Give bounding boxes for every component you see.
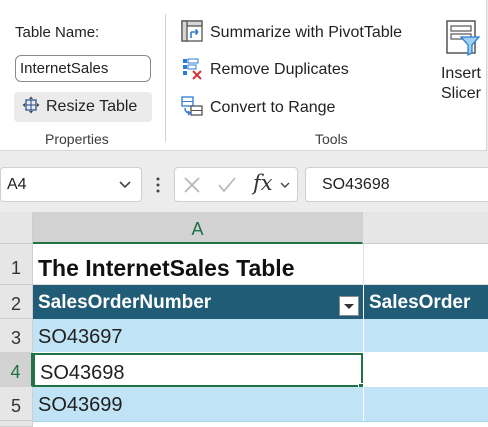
column-header-a[interactable]: A <box>33 212 363 244</box>
convert-to-range-icon <box>180 94 204 123</box>
name-box[interactable]: A4 <box>0 167 142 202</box>
row-header-1[interactable]: 1 <box>0 244 33 285</box>
row-header-2[interactable]: 2 <box>0 285 33 319</box>
ribbon-table-design: Table Name: Resize Table Properties Summ… <box>0 0 487 151</box>
tools-group-label: Tools <box>315 131 348 147</box>
table-name-label: Table Name: <box>15 24 100 41</box>
select-all-corner[interactable] <box>0 212 33 244</box>
remove-duplicates-label: Remove Duplicates <box>210 61 349 78</box>
formula-input[interactable]: SO43698 <box>305 167 488 202</box>
insert-slicer-line1: Insert <box>440 65 481 82</box>
formula-text: SO43698 <box>322 176 390 193</box>
chevron-down-icon[interactable] <box>118 177 132 196</box>
header-cell-a[interactable]: SalesOrderNumber <box>33 285 363 319</box>
data-cell-b5[interactable] <box>363 387 488 421</box>
worksheet-grid: A 1 2 3 4 5 The InternetSales Table Sale… <box>0 212 488 427</box>
row-header-6[interactable] <box>0 421 33 427</box>
insert-slicer-button[interactable]: Insert Slicer <box>436 18 486 116</box>
remove-duplicates-button[interactable]: Remove Duplicates <box>180 57 349 83</box>
resize-table-icon <box>22 96 40 119</box>
insert-slicer-line2: Slicer <box>440 85 481 102</box>
row-header-5[interactable]: 5 <box>0 387 33 421</box>
filter-dropdown-button[interactable] <box>339 296 359 316</box>
remove-duplicates-icon <box>180 56 204 85</box>
data-cell-a4[interactable]: SO43698 <box>33 353 363 387</box>
insert-function-icon[interactable]: fx <box>253 171 273 195</box>
more-options-icon[interactable] <box>155 175 161 200</box>
name-box-value: A4 <box>7 176 27 193</box>
resize-table-button[interactable]: Resize Table <box>14 92 152 122</box>
properties-group-label: Properties <box>45 131 109 147</box>
data-cell-a3[interactable]: SO43697 <box>33 319 363 353</box>
row-header-3[interactable]: 3 <box>0 319 33 353</box>
data-cell-a5[interactable]: SO43699 <box>33 387 363 421</box>
filter-arrow-icon <box>344 304 354 309</box>
summarize-pivottable-label: Summarize with PivotTable <box>210 24 403 41</box>
pivottable-icon <box>180 19 204 48</box>
data-cell-b3[interactable] <box>363 319 488 353</box>
table-bottom-border <box>33 421 488 422</box>
enter-check-icon[interactable] <box>217 176 237 199</box>
slicer-icon <box>441 18 481 63</box>
resize-table-label: Resize Table <box>46 98 138 115</box>
cancel-icon[interactable] <box>183 176 201 199</box>
table-title-cell[interactable]: The InternetSales Table <box>33 244 488 285</box>
fx-chevron-down-icon[interactable] <box>279 178 291 196</box>
convert-to-range-button[interactable]: Convert to Range <box>180 95 335 121</box>
summarize-pivottable-button[interactable]: Summarize with PivotTable <box>180 19 403 48</box>
formula-controls: fx <box>174 167 298 202</box>
header-cell-b[interactable]: SalesOrder <box>363 285 488 319</box>
convert-to-range-label: Convert to Range <box>210 99 336 116</box>
column-header-b[interactable] <box>363 212 488 244</box>
group-separator <box>165 14 166 142</box>
row-header-4[interactable]: 4 <box>0 353 33 387</box>
data-cell-b4[interactable] <box>363 353 488 387</box>
gridline <box>363 244 364 285</box>
table-name-input[interactable] <box>15 55 151 82</box>
